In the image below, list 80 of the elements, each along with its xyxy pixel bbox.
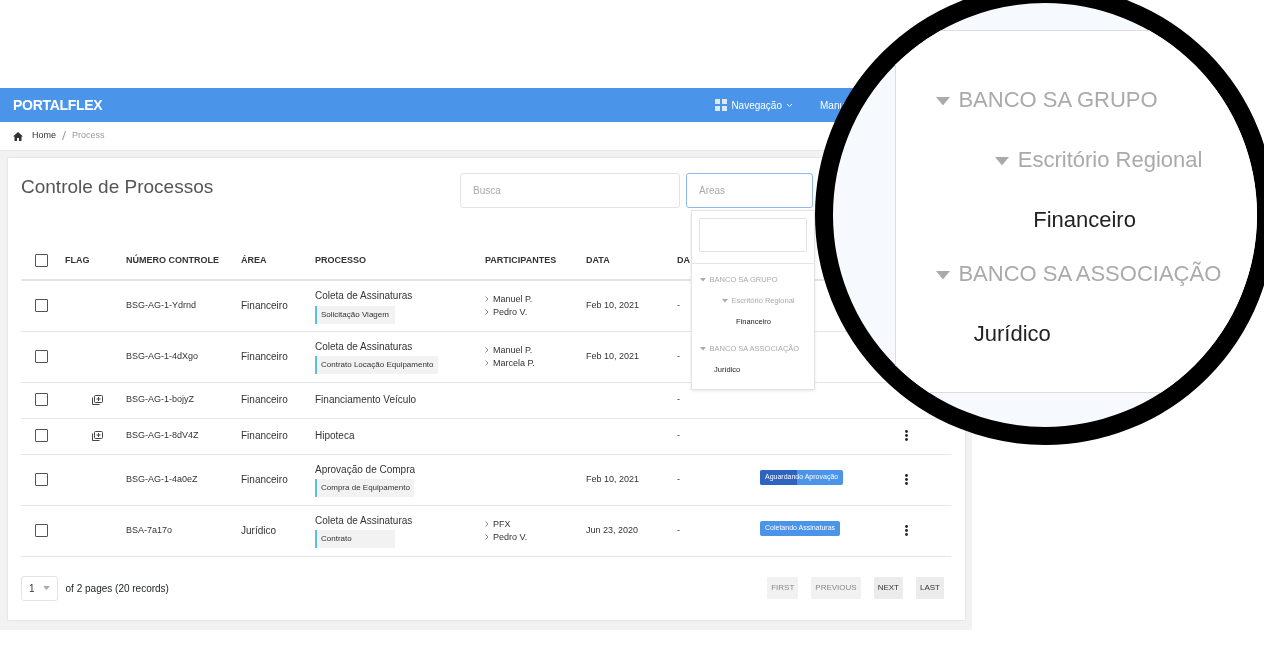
dash-cell: - <box>677 524 680 535</box>
control-number: BSG-AG-1-4dXgo <box>126 350 199 361</box>
participant-name: Manuel P. <box>493 343 533 357</box>
participant-name: Pedro V. <box>493 305 528 319</box>
area-cell: Financeiro <box>241 473 288 485</box>
column-header: PARTICIPANTES <box>485 255 557 266</box>
pagination-button[interactable]: LAST <box>916 577 944 599</box>
process-name: Aprovação de Compra <box>315 462 416 477</box>
page-title: Controle de Processos <box>21 176 214 199</box>
date-cell: Jun 23, 2020 <box>586 524 639 535</box>
column-header: NÚMERO CONTROLE <box>126 255 219 266</box>
breadcrumb-separator <box>62 131 66 141</box>
tree-group-label[interactable]: BANCO SA GRUPO <box>936 87 1158 113</box>
process-name: Coleta de Assinaturas <box>315 289 413 303</box>
dash-cell: - <box>677 394 680 405</box>
area-cell: Financeiro <box>241 300 288 311</box>
kebab-menu-icon[interactable] <box>905 524 908 536</box>
subprocess-tag: Contrato Locação Equipamento <box>315 356 438 375</box>
control-number: BSA-7a17o <box>126 524 173 535</box>
row-checkbox[interactable] <box>35 523 48 537</box>
process-name: Financiamento Veículo <box>315 393 417 408</box>
area-cell: Financeiro <box>241 430 288 442</box>
pagination-summary: of 2 pages (20 records) <box>65 581 169 596</box>
caret-down-icon <box>42 586 50 590</box>
control-number: BSG-AG-1-4a0eZ <box>126 473 198 484</box>
column-header: DATA <box>586 255 610 266</box>
process-name: Hipoteca <box>315 429 355 444</box>
subprocess-tag: Solicitação Viagem <box>315 305 395 324</box>
participant-name: PFX <box>493 517 511 531</box>
dash-cell: - <box>677 430 680 441</box>
subprocess-tag: Contrato <box>315 530 395 549</box>
area-cell: Financeiro <box>241 350 288 362</box>
chevron-down-icon <box>786 102 793 108</box>
kebab-menu-icon[interactable] <box>905 430 908 442</box>
dash-cell: - <box>677 350 680 361</box>
search-field[interactable]: Busca <box>460 173 680 208</box>
breadcrumb-link[interactable]: Home <box>32 129 56 143</box>
navigation-menu[interactable]: Navegação <box>715 97 793 113</box>
row-checkbox[interactable] <box>35 299 48 313</box>
control-number: BSG-AG-1-Ydrnd <box>126 300 197 310</box>
subprocess-tag: Compra de Equipamento <box>315 479 414 498</box>
tree-item[interactable]: Jurídico <box>973 321 1051 347</box>
select-all-checkbox[interactable] <box>35 254 48 268</box>
brand-logo[interactable]: PORTALFLEX <box>13 94 103 116</box>
date-cell: Feb 10, 2021 <box>586 300 640 310</box>
participant-name: Pedro V. <box>493 530 528 544</box>
control-number: BSG-AG-1-8dV4Z <box>126 430 199 441</box>
participant-name: Marcela P. <box>493 356 535 370</box>
kebab-menu-icon[interactable] <box>905 473 908 485</box>
process-name: Coleta de Assinaturas <box>315 339 413 354</box>
column-header: FLAG <box>65 255 90 266</box>
dash-cell: - <box>677 300 680 310</box>
column-header: ÁREA <box>241 255 267 266</box>
chevron-right-icon <box>485 360 489 366</box>
row-checkbox[interactable] <box>35 393 48 407</box>
home-icon <box>13 131 23 141</box>
date-cell: Feb 10, 2021 <box>586 350 640 361</box>
date-cell: Feb 10, 2021 <box>586 473 640 484</box>
page-select[interactable]: 1 <box>21 575 58 601</box>
pagination-button[interactable]: NEXT <box>873 577 903 599</box>
participant-name: Manuel P. <box>493 292 533 306</box>
area-cell: Financeiro <box>241 394 288 406</box>
row-checkbox[interactable] <box>35 429 48 443</box>
tree-item[interactable]: Financeiro <box>1033 207 1136 233</box>
chevron-right-icon <box>485 521 489 527</box>
chevron-right-icon <box>485 534 489 540</box>
dash-cell: - <box>677 473 680 484</box>
row-checkbox[interactable] <box>35 349 48 363</box>
control-number: BSG-AG-1-bojyZ <box>126 394 194 405</box>
tree-group-label[interactable]: BANCO SA ASSOCIAÇÃO <box>936 261 1222 287</box>
chevron-right-icon <box>485 347 489 353</box>
area-cell: Jurídico <box>241 524 276 536</box>
process-name: Coleta de Assinaturas <box>315 513 413 528</box>
column-header: DA <box>677 255 690 266</box>
breadcrumb-current: Process <box>72 129 105 143</box>
column-header: PROCESSO <box>315 255 366 266</box>
areas-select[interactable]: Áreas <box>686 173 813 208</box>
row-checkbox[interactable] <box>35 472 48 486</box>
tree-group-label[interactable]: Escritório Regional <box>995 147 1203 173</box>
dropdown-search-field[interactable] <box>699 218 807 252</box>
